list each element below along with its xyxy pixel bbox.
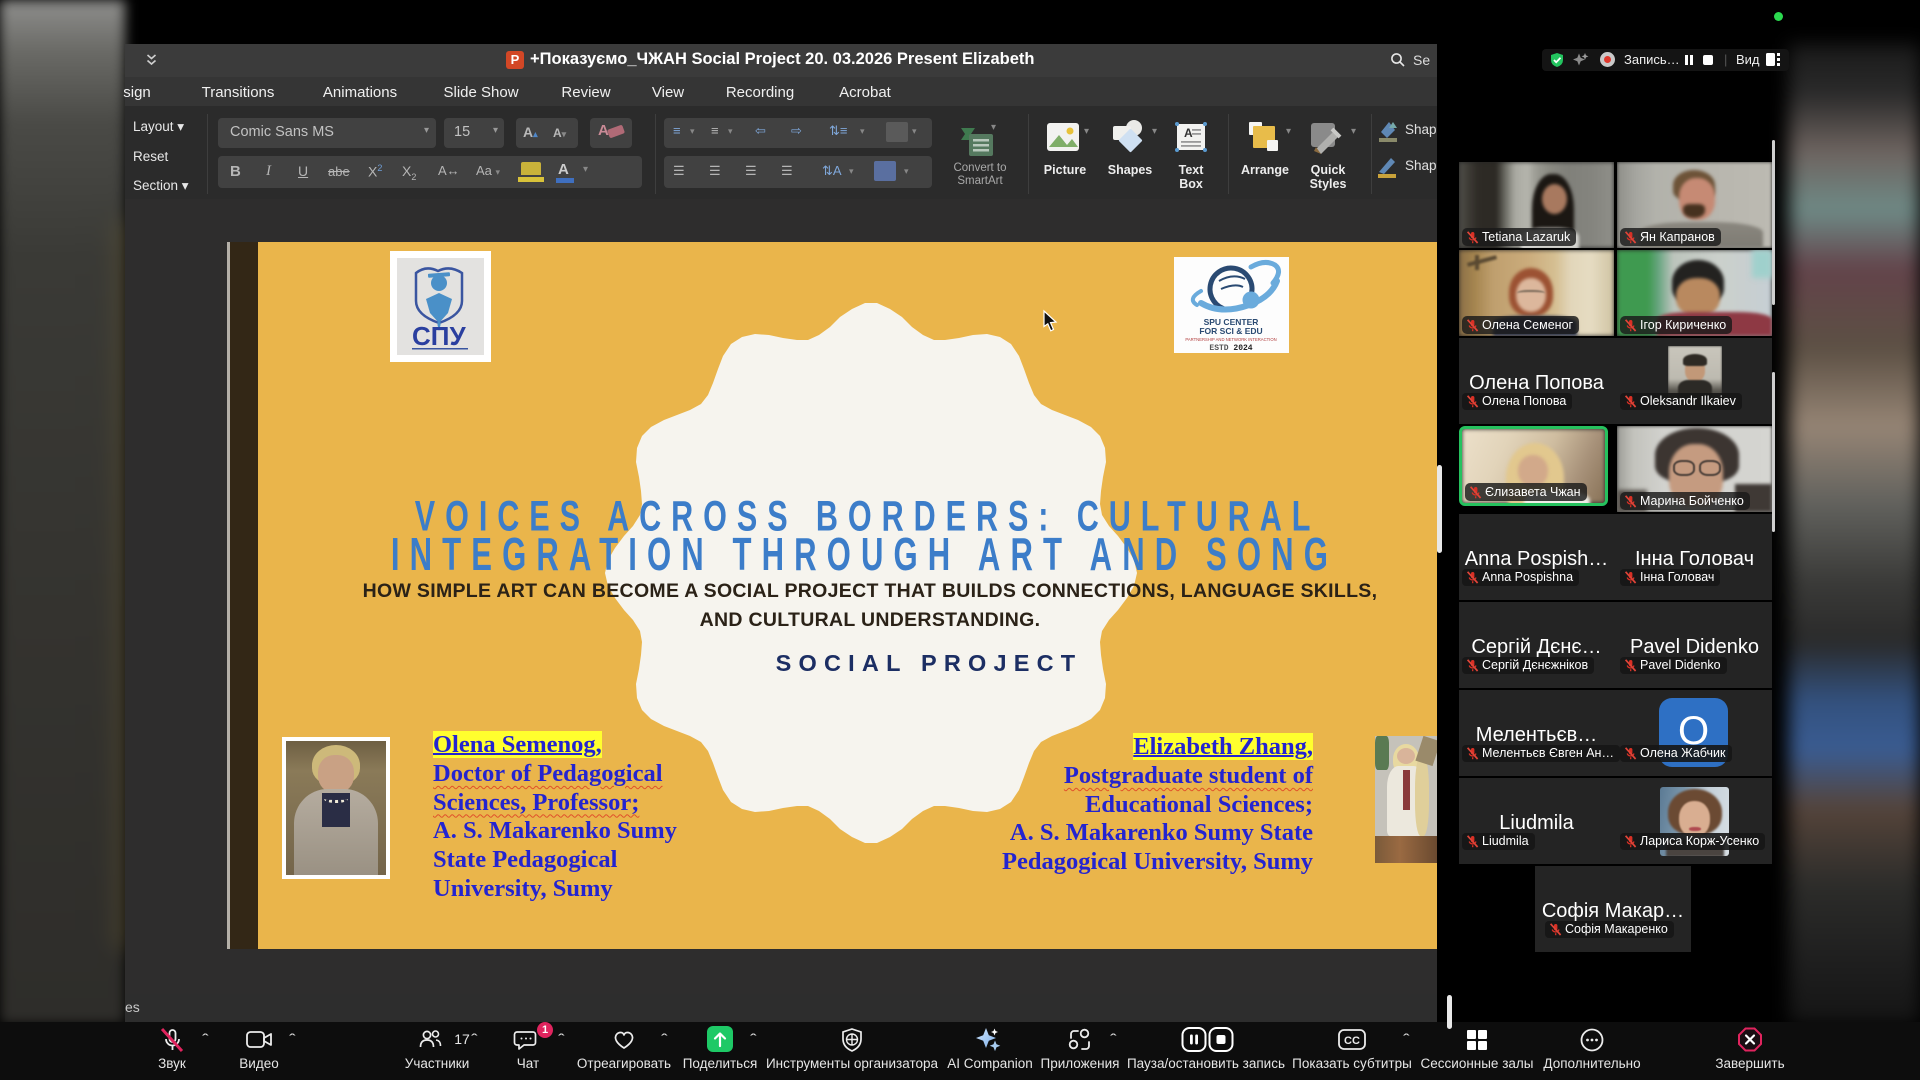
- svg-text:A: A: [1184, 126, 1193, 140]
- svg-text:CC: CC: [1344, 1035, 1360, 1047]
- svg-text:PARTNERSHIP AND NETWORK INTERA: PARTNERSHIP AND NETWORK INTERACTION: [1185, 337, 1276, 342]
- svg-text:СПУ: СПУ: [412, 321, 466, 351]
- svg-text:ESTD 2024: ESTD 2024: [1209, 344, 1252, 353]
- svg-text:FOR SCI & EDU: FOR SCI & EDU: [1199, 326, 1262, 336]
